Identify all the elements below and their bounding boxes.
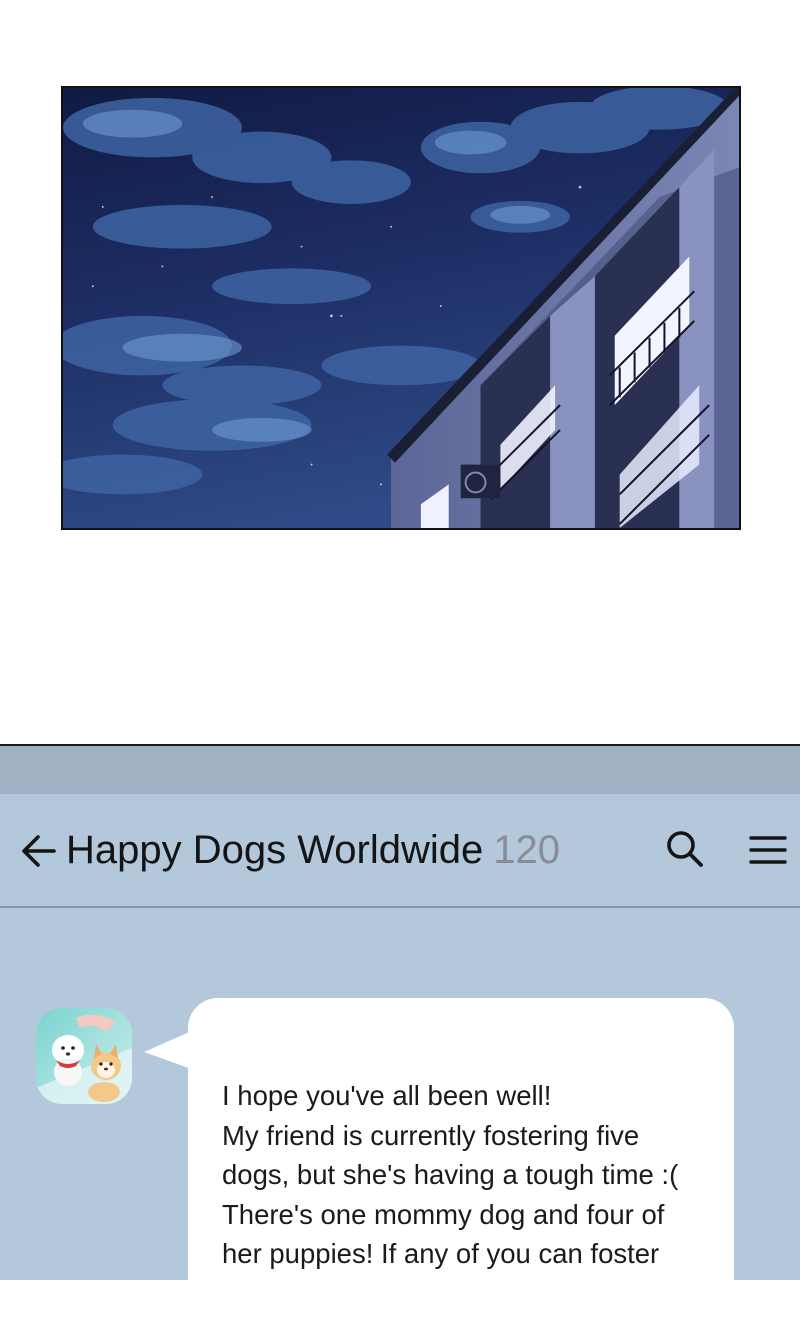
menu-button[interactable] [746, 830, 790, 870]
message-line: her puppies! If any of you can foster [222, 1238, 660, 1269]
message-line: My friend is currently fostering five [222, 1119, 640, 1151]
message-line: dogs, but she's having a tough time :( [222, 1159, 679, 1190]
message-line: I hope you've all been well! [222, 1080, 552, 1111]
group-chat-screen: Happy Dogs Worldwide 120 I hope you've a… [0, 744, 800, 1328]
hamburger-menu-icon [749, 836, 787, 864]
comic-panel-night-sky [61, 86, 741, 530]
bubble-tail [144, 1030, 194, 1070]
chat-header: Happy Dogs Worldwide 120 [0, 794, 800, 908]
back-button[interactable] [18, 830, 60, 872]
arrow-left-icon [22, 835, 56, 867]
chat-title: Happy Dogs Worldwide 120 [66, 824, 560, 876]
search-button[interactable] [662, 826, 708, 872]
group-name: Happy Dogs Worldwide [66, 828, 484, 872]
message-text: I hope you've all been well! My friend i… [222, 1076, 722, 1274]
status-bar [0, 746, 800, 794]
search-icon [667, 831, 703, 867]
sender-avatar[interactable] [36, 1008, 132, 1104]
message-line: There's one mommy dog and four of [222, 1198, 665, 1230]
dogs-avatar-image [36, 1008, 132, 1104]
night-sky-building-illustration [63, 88, 739, 528]
member-count: 120 [493, 828, 560, 872]
